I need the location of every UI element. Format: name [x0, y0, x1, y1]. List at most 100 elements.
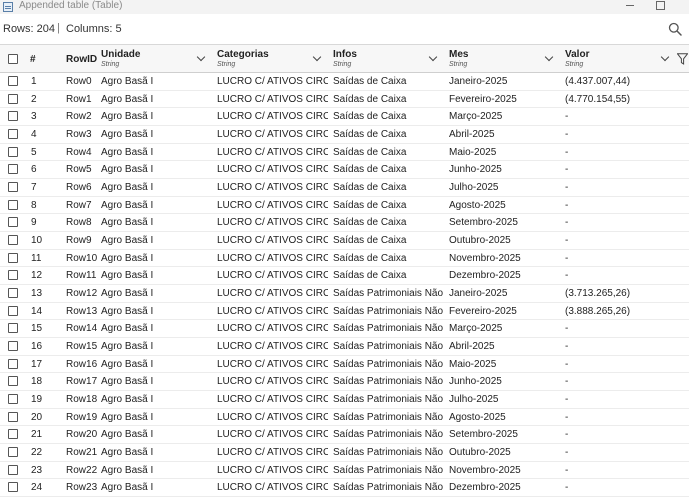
cell-mes: Junho-2025: [449, 164, 502, 176]
row-checkbox[interactable]: [8, 146, 18, 157]
table-row[interactable]: 16 Row15Agro Basã I LUCRO C/ ATIVOS CIRCUL…: [0, 337, 689, 356]
table-row[interactable]: 20 Row19Agro Basã I LUCRO C/ ATIVOS CIRCUL…: [0, 408, 689, 427]
cell-valor: -: [565, 217, 569, 229]
row-checkbox[interactable]: [8, 376, 18, 387]
table-row[interactable]: 6 Row5 Agro Basã I LUCRO C/ ATIVOS CIRCULAN…: [0, 161, 689, 179]
cell-valor: (3.713.265,26): [565, 287, 631, 299]
cell-infos: Saídas Patrimoniais Não Desembolsáveis: [333, 323, 443, 335]
table-row[interactable]: 23 Row22Agro Basã I LUCRO C/ ATIVOS CIRCUL…: [0, 461, 689, 480]
column-header-infos[interactable]: Infos String: [333, 45, 445, 73]
select-all-checkbox[interactable]: [8, 54, 18, 64]
row-checkbox[interactable]: [8, 305, 18, 316]
table-row[interactable]: 7 Row6 Agro Basã I LUCRO C/ ATIVOS CIRCULAN…: [0, 178, 689, 197]
cell-infos: Saídas de Caixa: [333, 181, 407, 193]
cell-infos: Saídas Patrimoniais Não Desembolsáveis: [333, 393, 443, 405]
window-titlebar: Appended table (Table): [0, 0, 689, 14]
table-row[interactable]: 21 Row20Agro Basã I LUCRO C/ ATIVOS CIRCUL…: [0, 426, 689, 444]
row-checkbox[interactable]: [8, 393, 18, 404]
cell-valor: -: [565, 252, 569, 264]
cell-mes: Janeiro-2025: [449, 76, 508, 87]
table-row[interactable]: 10 Row9 Agro Basã I LUCRO C/ ATIVOS CIRCULA…: [0, 231, 689, 250]
row-checkbox[interactable]: [8, 464, 18, 475]
row-checkbox[interactable]: [8, 128, 18, 139]
row-checkbox[interactable]: [8, 199, 18, 210]
cell-rowid: Row11: [66, 270, 97, 282]
row-checkbox[interactable]: [8, 252, 18, 263]
row-checkbox[interactable]: [8, 446, 18, 457]
row-checkbox[interactable]: [8, 323, 18, 334]
cell-num: 13: [31, 287, 43, 299]
chevron-down-icon[interactable]: [312, 52, 322, 62]
column-type: String: [217, 61, 236, 68]
chevron-down-icon[interactable]: [428, 52, 438, 62]
cell-rowid: Row19: [66, 411, 98, 423]
table-row[interactable]: 12 Row11 Agro Basã I LUCRO C/ ATIVOS CIRCUL…: [0, 267, 689, 285]
cell-rowid: Row18: [66, 393, 98, 405]
cell-unidade: Agro Basã I: [101, 446, 154, 458]
cell-rowid: Row5: [66, 164, 92, 176]
row-checkbox[interactable]: [8, 217, 18, 228]
table-row[interactable]: 15 Row14Agro Basã I LUCRO C/ ATIVOS CIRCUL…: [0, 320, 689, 338]
row-checkbox[interactable]: [8, 287, 18, 298]
column-header-mes[interactable]: Mes String: [449, 45, 561, 73]
table-row[interactable]: 17 Row16Agro Basã I LUCRO C/ ATIVOS CIRCUL…: [0, 355, 689, 374]
table-row[interactable]: 14 Row13Agro Basã I LUCRO C/ ATIVOS CIRCUL…: [0, 302, 689, 321]
row-checkbox[interactable]: [8, 93, 18, 104]
table-row[interactable]: 11 Row10Agro Basã I LUCRO C/ ATIVOS CIRCUL…: [0, 249, 689, 268]
table-row[interactable]: 18 Row17Agro Basã I LUCRO C/ ATIVOS CIRCUL…: [0, 373, 689, 391]
table-row[interactable]: 5 Row4 Agro Basã I LUCRO C/ ATIVOS CIRCULAN…: [0, 143, 689, 162]
row-checkbox[interactable]: [8, 340, 18, 351]
row-checkbox[interactable]: [8, 482, 18, 493]
chevron-down-icon[interactable]: [196, 52, 206, 62]
row-checkbox[interactable]: [8, 411, 18, 422]
table-row[interactable]: 3 Row2 Agro Basã I LUCRO C/ ATIVOS CIRCULAN…: [0, 108, 689, 126]
column-type: String: [101, 61, 120, 68]
cell-categorias: LUCRO C/ ATIVOS CIRCULANTES: [217, 234, 328, 246]
minimize-button[interactable]: [624, 0, 636, 12]
table-row[interactable]: 24 Row23Agro Basã I LUCRO C/ ATIVOS CIRCUL…: [0, 479, 689, 497]
cell-infos: Saídas Patrimoniais Não Desembolsáveis: [333, 429, 443, 441]
row-checkbox[interactable]: [8, 358, 18, 369]
table-row[interactable]: 9 Row8 Agro Basã I LUCRO C/ ATIVOS CIRCULAN…: [0, 214, 689, 232]
column-header-valor[interactable]: Valor String: [565, 45, 673, 73]
cell-rowid: Row10: [66, 252, 98, 264]
maximize-button[interactable]: [656, 1, 665, 10]
cell-mes: Setembro-2025: [449, 429, 518, 441]
cell-num: 16: [31, 340, 43, 352]
column-name: Categorias: [217, 49, 269, 60]
cell-unidade: Agro Basã I: [101, 393, 154, 405]
table-row[interactable]: 13 Row12Agro Basã I LUCRO C/ ATIVOS CIRCUL…: [0, 284, 689, 303]
cell-valor: (3.888.265,26): [565, 305, 631, 317]
row-checkbox[interactable]: [8, 111, 18, 122]
table-row[interactable]: 1 Row0 Agro Basã I LUCRO C/ ATIVOS CIRCULAN…: [0, 73, 689, 91]
cell-num: 19: [31, 393, 43, 405]
table-row[interactable]: 19 Row18Agro Basã I LUCRO C/ ATIVOS CIRCUL…: [0, 390, 689, 409]
filter-icon[interactable]: [677, 53, 688, 65]
cell-mes: Julho-2025: [449, 393, 499, 405]
row-checkbox[interactable]: [8, 270, 18, 281]
cell-rowid: Row15: [66, 340, 98, 352]
cell-valor: -: [565, 323, 569, 335]
column-header-rowid[interactable]: RowID: [66, 45, 98, 73]
chevron-down-icon[interactable]: [544, 52, 554, 62]
row-checkbox[interactable]: [8, 181, 18, 192]
table-row[interactable]: 4 Row3 Agro Basã I LUCRO C/ ATIVOS CIRCULAN…: [0, 125, 689, 144]
row-checkbox[interactable]: [8, 76, 18, 86]
table-row[interactable]: 8 Row7 Agro Basã I LUCRO C/ ATIVOS CIRCULAN…: [0, 196, 689, 215]
cell-unidade: Agro Basã I: [101, 270, 154, 282]
table-row[interactable]: 22 Row21Agro Basã I LUCRO C/ ATIVOS CIRCUL…: [0, 443, 689, 462]
row-checkbox[interactable]: [8, 234, 18, 245]
cell-categorias: LUCRO C/ ATIVOS CIRCULANTES: [217, 252, 328, 264]
cell-categorias: LUCRO C/ ATIVOS CIRCULANTES: [217, 393, 328, 405]
column-header-unidade[interactable]: Unidade String: [101, 45, 213, 73]
chevron-down-icon[interactable]: [660, 52, 670, 62]
cell-rowid: Row6: [66, 181, 92, 193]
cell-categorias: LUCRO C/ ATIVOS CIRCULANTES: [217, 128, 328, 140]
column-header-categorias[interactable]: Categorias String: [217, 45, 329, 73]
row-checkbox[interactable]: [8, 164, 18, 175]
row-checkbox[interactable]: [8, 429, 18, 440]
table-icon: [3, 2, 13, 12]
cell-categorias: LUCRO C/ ATIVOS CIRCULANTES: [217, 93, 328, 105]
search-icon[interactable]: [668, 22, 682, 36]
table-row[interactable]: 2 Row1 Agro Basã I LUCRO C/ ATIVOS CIRCULAN…: [0, 90, 689, 109]
